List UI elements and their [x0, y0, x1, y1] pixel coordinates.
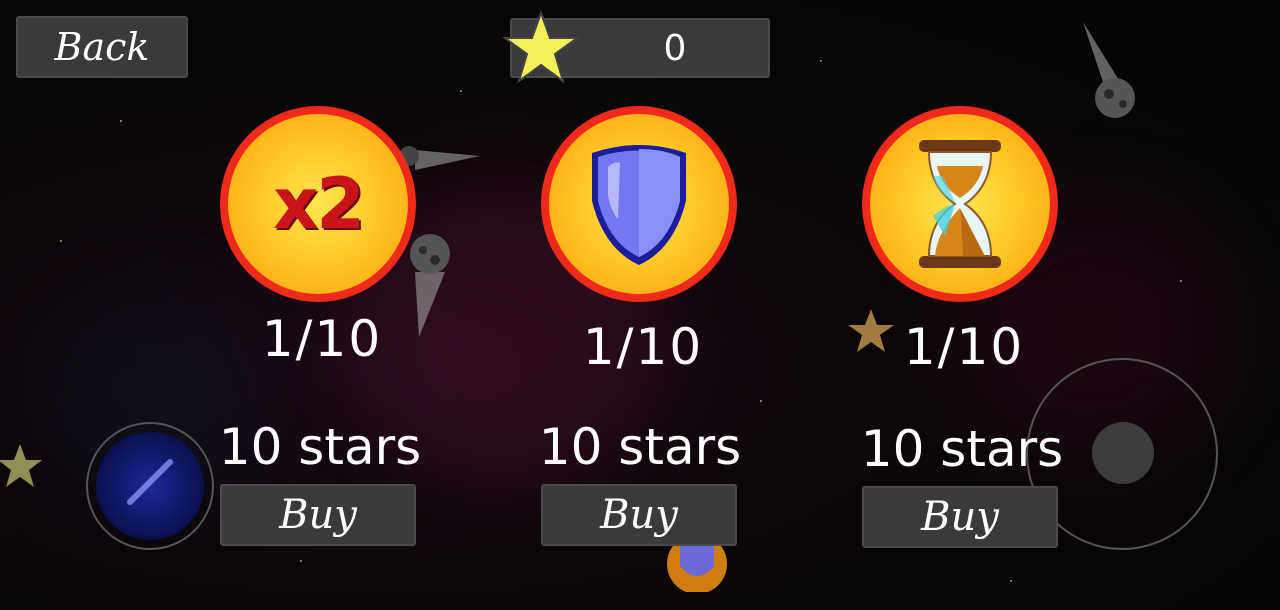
- background-star: [760, 400, 762, 402]
- buy-button[interactable]: Buy: [862, 486, 1058, 548]
- background-star: [820, 60, 822, 62]
- powerup-level: 1/10: [582, 318, 704, 376]
- buy-button[interactable]: Buy: [541, 484, 737, 546]
- collectible-star-icon: [0, 444, 42, 487]
- powerup-price: 10 stars: [218, 418, 422, 476]
- background-star: [1010, 580, 1012, 582]
- shield-icon: [592, 145, 686, 265]
- buy-button[interactable]: Buy: [220, 484, 416, 546]
- background-star: [1180, 280, 1182, 282]
- back-button[interactable]: Back: [16, 16, 188, 78]
- shield-powerup[interactable]: [541, 106, 737, 302]
- asteroid-with-trail: [1083, 22, 1135, 118]
- background-star: [300, 560, 302, 562]
- slow-time-powerup[interactable]: [862, 106, 1058, 302]
- double-points-powerup[interactable]: x2: [220, 106, 416, 302]
- background-star: [460, 90, 462, 92]
- hourglass-icon: [919, 140, 1001, 268]
- star-icon: [502, 10, 580, 84]
- powerup-level: 1/10: [261, 310, 383, 368]
- background-star: [60, 240, 62, 242]
- background-star: [120, 120, 122, 122]
- fire-joystick-knob[interactable]: [1092, 422, 1154, 484]
- comet-icon: [127, 459, 173, 505]
- x2-multiplier-icon: x2: [273, 163, 365, 245]
- powerup-level: 1/10: [903, 318, 1025, 376]
- powerup-price: 10 stars: [860, 420, 1064, 478]
- powerup-price: 10 stars: [538, 418, 742, 476]
